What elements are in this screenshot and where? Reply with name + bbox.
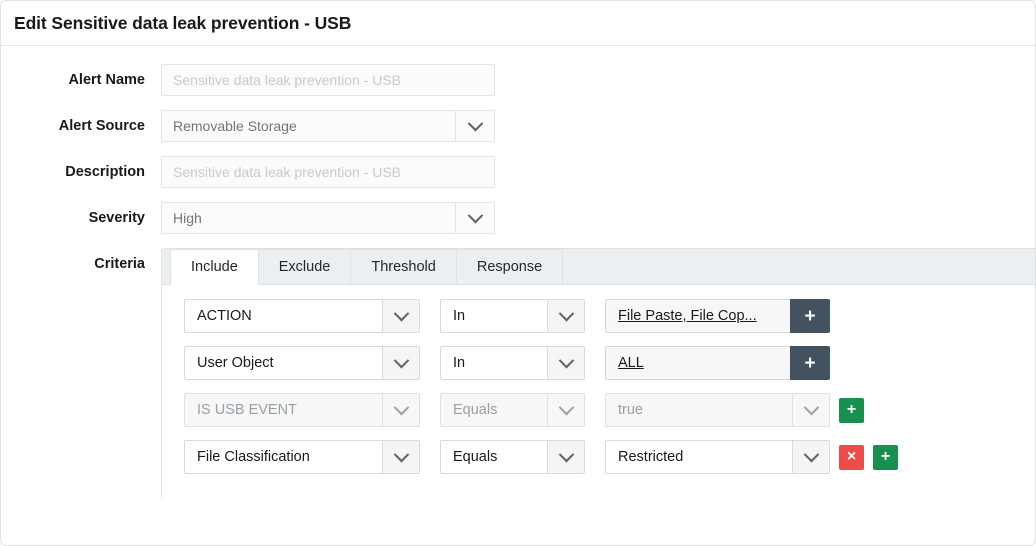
description-label: Description (1, 156, 161, 188)
criteria-operator-value-3: Equals (440, 393, 547, 427)
criteria-tabbar: Include Exclude Threshold Response (162, 249, 1035, 285)
criteria-value-field-2[interactable]: ALL (605, 346, 790, 380)
plus-icon: + (804, 354, 815, 373)
form-row-alert-source: Alert Source Removable Storage (1, 110, 1035, 142)
criteria-operator-value-2: In (440, 346, 547, 380)
criteria-value-select-4[interactable]: Restricted (605, 440, 830, 474)
chevron-down-icon (393, 305, 409, 321)
criteria-operator-value-1: In (440, 299, 547, 333)
criteria-row: ACTION In (184, 299, 1035, 333)
criteria-field-select-4[interactable]: File Classification (184, 440, 420, 474)
criteria-field-select-2[interactable]: User Object (184, 346, 420, 380)
criteria-rows: ACTION In (162, 285, 1035, 474)
chevron-down-icon (467, 207, 483, 223)
tab-response[interactable]: Response (456, 249, 563, 284)
criteria-operator-dropdown-1[interactable] (547, 299, 585, 333)
plus-icon: + (881, 449, 890, 465)
alert-source-value: Removable Storage (161, 110, 455, 142)
page-title: Edit Sensitive data leak prevention - US… (14, 13, 351, 34)
edit-alert-page: Edit Sensitive data leak prevention - US… (0, 0, 1036, 546)
chevron-down-icon (393, 446, 409, 462)
criteria-operator-dropdown-4[interactable] (547, 440, 585, 474)
plus-icon: + (847, 402, 856, 418)
chevron-down-icon (803, 446, 819, 462)
alert-source-select[interactable]: Removable Storage (161, 110, 495, 142)
chevron-down-icon (467, 115, 483, 131)
criteria-row: User Object In (184, 346, 1035, 380)
form-row-alert-name: Alert Name Sensitive data leak preventio… (1, 64, 1035, 96)
alert-name-input[interactable]: Sensitive data leak prevention - USB (161, 64, 495, 96)
criteria-panel: Include Exclude Threshold Response ACTIO… (161, 248, 1035, 498)
form-row-criteria: Criteria Include Exclude Threshold Respo… (1, 248, 1035, 498)
criteria-value-field-1[interactable]: File Paste, File Cop... (605, 299, 790, 333)
description-input[interactable]: Sensitive data leak prevention - USB (161, 156, 495, 188)
plus-icon: + (804, 307, 815, 326)
criteria-value-link-1[interactable]: File Paste, File Cop... (618, 308, 757, 324)
criteria-value-value-3: true (605, 393, 792, 427)
alert-name-label: Alert Name (1, 64, 161, 96)
criteria-row: File Classification Equals (184, 440, 1035, 474)
criteria-row: IS USB EVENT Equals (184, 393, 1035, 427)
criteria-operator-select-3: Equals (440, 393, 585, 427)
tab-include[interactable]: Include (170, 249, 259, 285)
criteria-field-value-1: ACTION (184, 299, 382, 333)
criteria-value-linkbox-1[interactable]: File Paste, File Cop... + (605, 299, 830, 333)
criteria-field-dropdown-2[interactable] (382, 346, 420, 380)
criteria-operator-value-4: Equals (440, 440, 547, 474)
page-header: Edit Sensitive data leak prevention - US… (1, 1, 1035, 46)
criteria-value-linkbox-2[interactable]: ALL + (605, 346, 830, 380)
criteria-field-select-3: IS USB EVENT (184, 393, 420, 427)
criteria-value-link-2[interactable]: ALL (618, 355, 644, 371)
criteria-operator-select-2[interactable]: In (440, 346, 585, 380)
chevron-down-icon (393, 399, 409, 415)
criteria-value-dropdown-4[interactable] (792, 440, 830, 474)
criteria-field-value-2: User Object (184, 346, 382, 380)
criteria-label: Criteria (1, 248, 161, 280)
criteria-remove-row-button-4[interactable]: × (839, 445, 864, 470)
criteria-add-row-button-3[interactable]: + (839, 398, 864, 423)
tabbar-filler (562, 249, 1035, 284)
criteria-operator-dropdown-2[interactable] (547, 346, 585, 380)
criteria-value-value-4: Restricted (605, 440, 792, 474)
form-row-severity: Severity High (1, 202, 1035, 234)
criteria-field-value-3: IS USB EVENT (184, 393, 382, 427)
criteria-value-select-3: true (605, 393, 830, 427)
severity-label: Severity (1, 202, 161, 234)
criteria-field-dropdown-4[interactable] (382, 440, 420, 474)
criteria-field-dropdown-3 (382, 393, 420, 427)
alert-source-dropdown-button[interactable] (455, 110, 495, 142)
close-icon: × (847, 449, 856, 465)
form-row-description: Description Sensitive data leak preventi… (1, 156, 1035, 188)
criteria-operator-dropdown-3 (547, 393, 585, 427)
criteria-field-dropdown-1[interactable] (382, 299, 420, 333)
criteria-add-value-button-1[interactable]: + (790, 299, 830, 333)
criteria-row-actions-3: + (830, 398, 910, 423)
criteria-field-value-4: File Classification (184, 440, 382, 474)
chevron-down-icon (393, 352, 409, 368)
chevron-down-icon (803, 399, 819, 415)
criteria-add-row-button-4[interactable]: + (873, 445, 898, 470)
alert-source-label: Alert Source (1, 110, 161, 142)
chevron-down-icon (558, 305, 574, 321)
severity-dropdown-button[interactable] (455, 202, 495, 234)
chevron-down-icon (558, 352, 574, 368)
criteria-value-dropdown-3 (792, 393, 830, 427)
severity-select[interactable]: High (161, 202, 495, 234)
criteria-operator-select-1[interactable]: In (440, 299, 585, 333)
tab-threshold[interactable]: Threshold (350, 249, 456, 284)
criteria-field-select-1[interactable]: ACTION (184, 299, 420, 333)
chevron-down-icon (558, 446, 574, 462)
tab-exclude[interactable]: Exclude (258, 249, 352, 284)
criteria-row-actions-4: × + (830, 445, 910, 470)
criteria-add-value-button-2[interactable]: + (790, 346, 830, 380)
alert-form: Alert Name Sensitive data leak preventio… (1, 46, 1035, 498)
severity-value: High (161, 202, 455, 234)
chevron-down-icon (558, 399, 574, 415)
criteria-operator-select-4[interactable]: Equals (440, 440, 585, 474)
